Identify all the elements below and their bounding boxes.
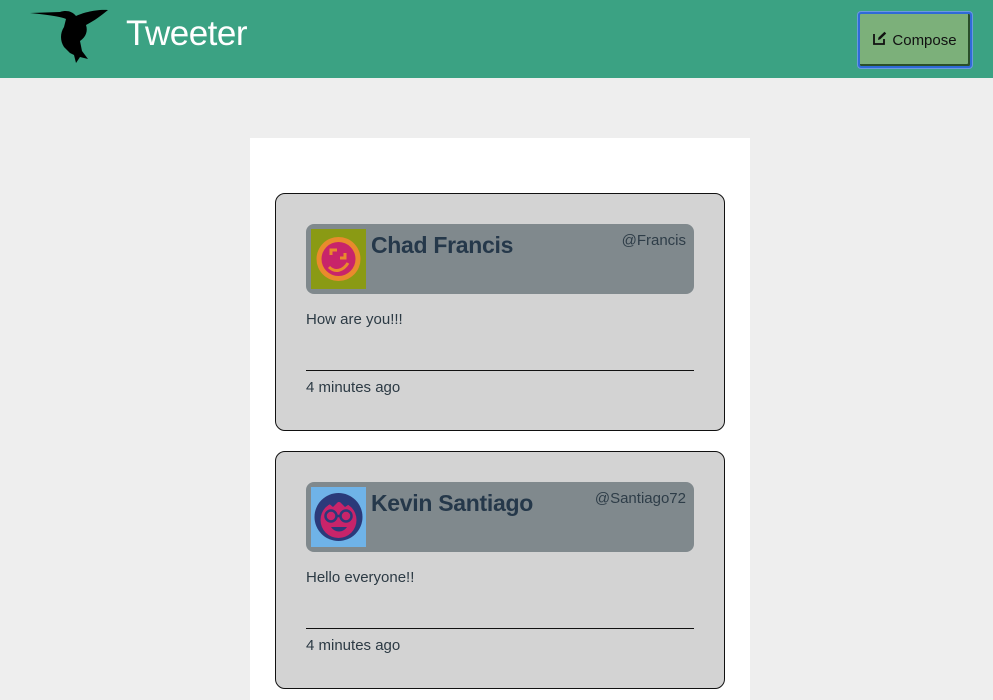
smiley-avatar-icon: [311, 229, 366, 289]
glasses-face-avatar-icon: [311, 487, 366, 547]
tweets-container: Chad Francis @Francis How are you!!! 4 m…: [250, 138, 750, 700]
tweet-divider: [306, 628, 694, 629]
tweet-divider: [306, 370, 694, 371]
brand-title[interactable]: Tweeter: [126, 12, 248, 56]
tweet-header: Chad Francis @Francis: [306, 224, 694, 294]
compose-button[interactable]: Compose: [858, 12, 972, 68]
edit-icon: [873, 31, 887, 45]
compose-label: Compose: [892, 31, 957, 49]
author-name: Kevin Santiago: [371, 490, 533, 516]
tweet-content: How are you!!!: [306, 311, 403, 328]
tweet-content: Hello everyone!!: [306, 569, 415, 586]
tweet-card[interactable]: Chad Francis @Francis How are you!!! 4 m…: [275, 193, 725, 431]
hummingbird-icon[interactable]: [30, 7, 110, 65]
tweet-card[interactable]: Kevin Santiago @Santiago72 Hello everyon…: [275, 451, 725, 689]
author-name: Chad Francis: [371, 232, 514, 258]
author-handle: @Santiago72: [594, 490, 686, 507]
tweet-timestamp: 4 minutes ago: [306, 637, 401, 654]
tweet-timestamp: 4 minutes ago: [306, 379, 401, 396]
author-handle: @Francis: [621, 232, 686, 249]
navbar: Tweeter Compose: [0, 0, 993, 78]
tweet-header: Kevin Santiago @Santiago72: [306, 482, 694, 552]
